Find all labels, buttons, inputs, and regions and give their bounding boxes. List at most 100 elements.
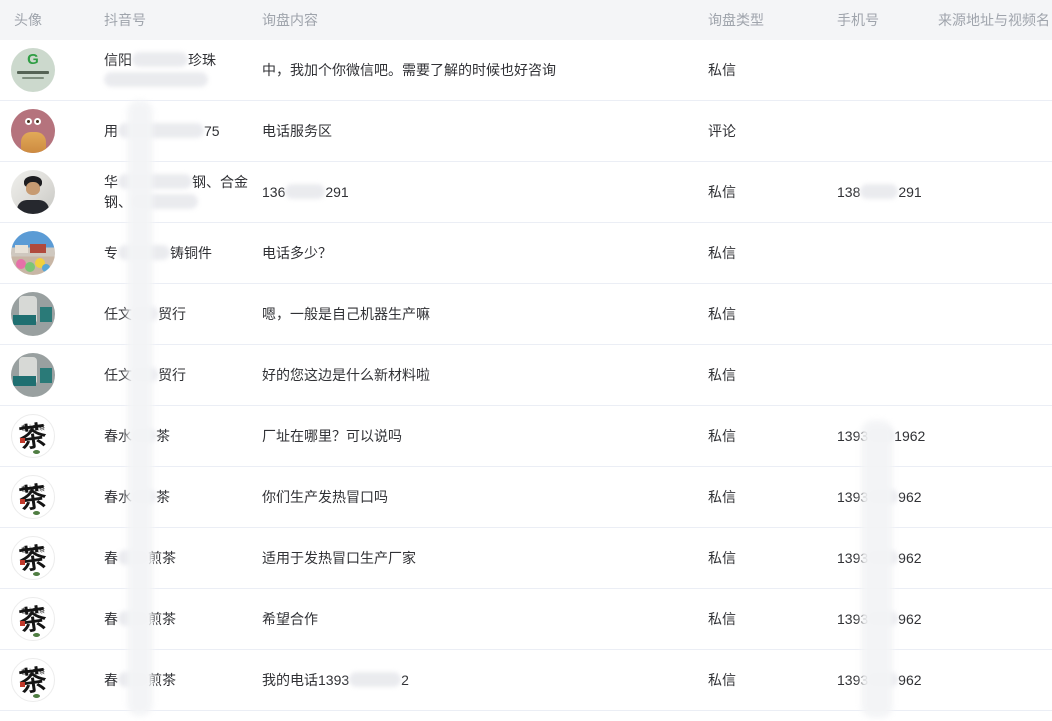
inquiry-type: 私信 [708,60,837,80]
phone-number: 1393 962 [837,487,938,507]
inquiry-content: 我的电话1393 2 [262,670,708,690]
column-header-douyin-id: 抖音号 [104,10,262,30]
redaction-blur-patch [132,367,158,382]
avatar-art-seal [20,560,25,565]
douyin-id: 春水茶 [104,487,262,507]
cell-text: 铸铜件 [170,245,212,261]
phone-number: 13931962 [837,426,938,446]
douyin-id: 春 煎茶 [104,548,262,568]
avatar-cell [0,109,104,153]
redaction-blur-patch [118,611,148,626]
inquiry-content: 你们生产发热冒口吗 [262,487,708,507]
inquiry-type: 私信 [708,365,837,385]
redaction-blur-patch [104,72,208,87]
cell-text: 好的您这边是什么新材料啦 [262,367,430,383]
redaction-blur-patch [132,52,188,67]
avatar-art-t2 [40,368,52,383]
cell-text: 贸行 [158,306,186,322]
cell-text: 2 [401,672,409,688]
avatar-art-mark: G [27,52,39,68]
table-row: 华钢、合金钢、136291私信138291 [0,162,1052,223]
cell-text: 煎茶 [148,550,176,566]
avatar-cell: G [0,48,104,92]
cell-text: 春 [104,550,118,566]
scenic-colorful-avatar [11,231,55,275]
redaction-blur-patch [132,194,198,209]
column-header-avatar: 头像 [0,10,104,30]
inquiry-content: 嗯，一般是自己机器生产嘛 [262,304,708,324]
avatar-art-bod [21,132,46,153]
cell-text: 962 [898,672,921,688]
cell-text: 电话服务区 [262,123,332,139]
cell-text: 信阳 [104,52,132,68]
douyin-id: 用 75 [104,121,262,141]
cell-text: 任文 [104,367,132,383]
cell-text: 291 [898,184,921,200]
avatar-art-leaf [33,511,40,515]
douyin-id: 任文 贸行 [104,304,262,324]
inquiry-type: 私信 [708,487,837,507]
cell-text: 茶 [156,428,170,444]
column-header-inquiry-content: 询盘内容 [262,10,708,30]
cell-text: 1393 [837,550,868,566]
inquiry-type: 私信 [708,304,837,324]
inquiry-type: 评论 [708,121,837,141]
cell-text: 中，我加个你微信吧。需要了解的时候也好咨询 [262,62,556,78]
tea-calligraphy-avatar: 春水煎茶茶 [11,658,55,702]
redaction-blur-patch [132,306,158,321]
avatar-art-bld1 [30,244,46,253]
cell-text: 珍珠 [188,52,216,68]
inquiry-content: 中，我加个你微信吧。需要了解的时候也好咨询 [262,60,708,80]
redaction-blur-patch [868,672,898,687]
phone-number: 138291 [837,182,938,202]
avatar-art-seal [20,682,25,687]
avatar-art-d4 [42,264,50,272]
avatar-cell: 春水煎茶茶 [0,475,104,519]
redaction-blur-patch [118,672,148,687]
cell-text: 任文 [104,306,132,322]
cell-text: 春 [104,672,118,688]
cell-text: 春 [104,611,118,627]
avatar-art-d2 [25,262,35,272]
avatar-art-seal [20,499,25,504]
douyin-id: 信阳 珍珠 [104,50,262,90]
douyin-id: 春 煎茶 [104,670,262,690]
redaction-blur-patch [118,174,192,189]
cell-text: 962 [898,489,921,505]
cell-text: 适用于发热冒口生产厂家 [262,550,416,566]
avatar-cell [0,353,104,397]
cell-text: 1393 [837,489,868,505]
inquiry-type: 私信 [708,243,837,263]
table-row: 任文 贸行 好的您这边是什么新材料啦 私信 [0,345,1052,406]
cell-text: 你们生产发热冒口吗 [262,489,388,505]
table-row: 春水煎茶茶春水茶厂址在哪里？可以说吗私信13931962 [0,406,1052,467]
table-header: 头像 抖音号 询盘内容 询盘类型 手机号 来源地址与视频名 [0,0,1052,40]
cell-text: 用 [104,123,118,139]
douyin-id: 春水茶 [104,426,262,446]
inquiry-content: 136291 [262,182,708,202]
cell-text: 962 [898,611,921,627]
product-grey-avatar [11,353,55,397]
tea-calligraphy-avatar: 春水煎茶茶 [11,414,55,458]
cartoon-character-avatar [11,109,55,153]
avatar-cell: 春水煎茶茶 [0,597,104,641]
cell-text: 75 [204,123,220,139]
avatar-cell [0,170,104,214]
column-header-source: 来源地址与视频名 [938,10,1052,30]
avatar-art-face [26,182,40,195]
cell-text: 我的电话1393 [262,672,349,688]
cell-text: 专 [104,245,118,261]
redaction-blur-patch [132,428,156,443]
avatar-art-bld2 [15,245,28,253]
table-row: 春水煎茶茶春煎茶适用于发热冒口生产厂家私信1393962 [0,528,1052,589]
tea-calligraphy-avatar: 春水煎茶茶 [11,536,55,580]
inquiry-type: 私信 [708,670,837,690]
phone-number: 1393962 [837,548,938,568]
avatar-art-t2 [40,307,52,322]
cell-text: 136 [262,184,285,200]
cell-text: 煎茶 [148,672,176,688]
cell-text: 贸行 [158,367,186,383]
table-row: G 信阳 珍珠中，我加个你微信吧。需要了解的时候也好咨询 私信 [0,40,1052,101]
inquiry-content: 好的您这边是什么新材料啦 [262,365,708,385]
tea-calligraphy-avatar: 春水煎茶茶 [11,475,55,519]
